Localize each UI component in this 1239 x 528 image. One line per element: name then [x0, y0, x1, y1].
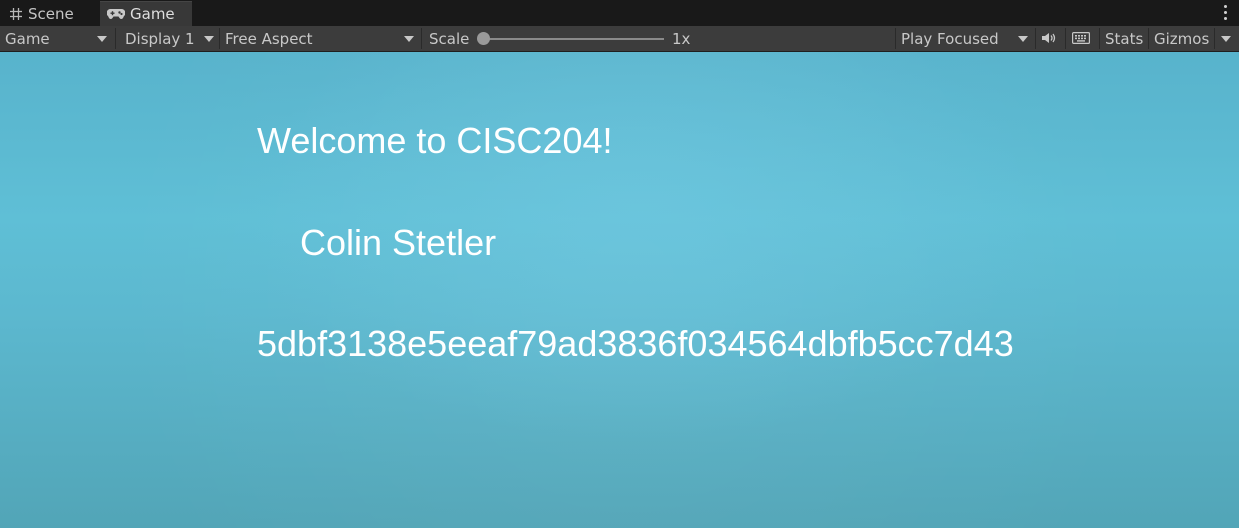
tab-scene[interactable]: Scene: [0, 1, 97, 26]
keyboard-shortcuts-button[interactable]: [1072, 26, 1094, 51]
view-mode-label: Game: [5, 29, 50, 48]
scale-label: Scale: [429, 29, 470, 48]
scale-slider-handle[interactable]: [477, 32, 490, 45]
gamepad-icon: [107, 8, 125, 20]
play-mode-dropdown[interactable]: Play Focused: [901, 26, 1031, 51]
grid-icon: [9, 7, 23, 21]
game-toolbar: Game Display 1 Free Aspect Scale 1x Play…: [0, 26, 1239, 52]
game-viewport[interactable]: Welcome to CISC204! Colin Stetler 5dbf31…: [0, 52, 1239, 528]
scale-value: 1x: [672, 29, 691, 48]
student-name-text: Colin Stetler: [300, 222, 497, 263]
chevron-down-icon: [1018, 36, 1028, 42]
scale-slider-track[interactable]: [485, 38, 664, 40]
welcome-text: Welcome to CISC204!: [257, 120, 613, 161]
keyboard-icon: [1072, 30, 1090, 48]
display-label: Display 1: [125, 29, 195, 48]
tab-game-label: Game: [130, 5, 175, 23]
gizmos-button[interactable]: Gizmos: [1154, 26, 1214, 51]
mute-audio-button[interactable]: [1041, 26, 1061, 51]
chevron-down-icon: [404, 36, 414, 42]
chevron-down-icon: [204, 36, 214, 42]
speaker-icon: [1041, 30, 1057, 48]
stats-button[interactable]: Stats: [1105, 26, 1143, 51]
hash-text: 5dbf3138e5eeaf79ad3836f034564dbfb5cc7d43: [257, 323, 1014, 364]
tab-scene-label: Scene: [28, 4, 74, 23]
gizmos-dropdown-chevron-icon[interactable]: [1221, 36, 1231, 42]
aspect-label: Free Aspect: [225, 29, 313, 48]
tab-bar: Scene Game: [0, 0, 1239, 26]
play-mode-label: Play Focused: [901, 29, 999, 48]
chevron-down-icon: [97, 36, 107, 42]
more-options-icon[interactable]: [1223, 5, 1227, 20]
aspect-dropdown[interactable]: Free Aspect: [225, 26, 417, 51]
tab-game[interactable]: Game: [100, 1, 192, 26]
